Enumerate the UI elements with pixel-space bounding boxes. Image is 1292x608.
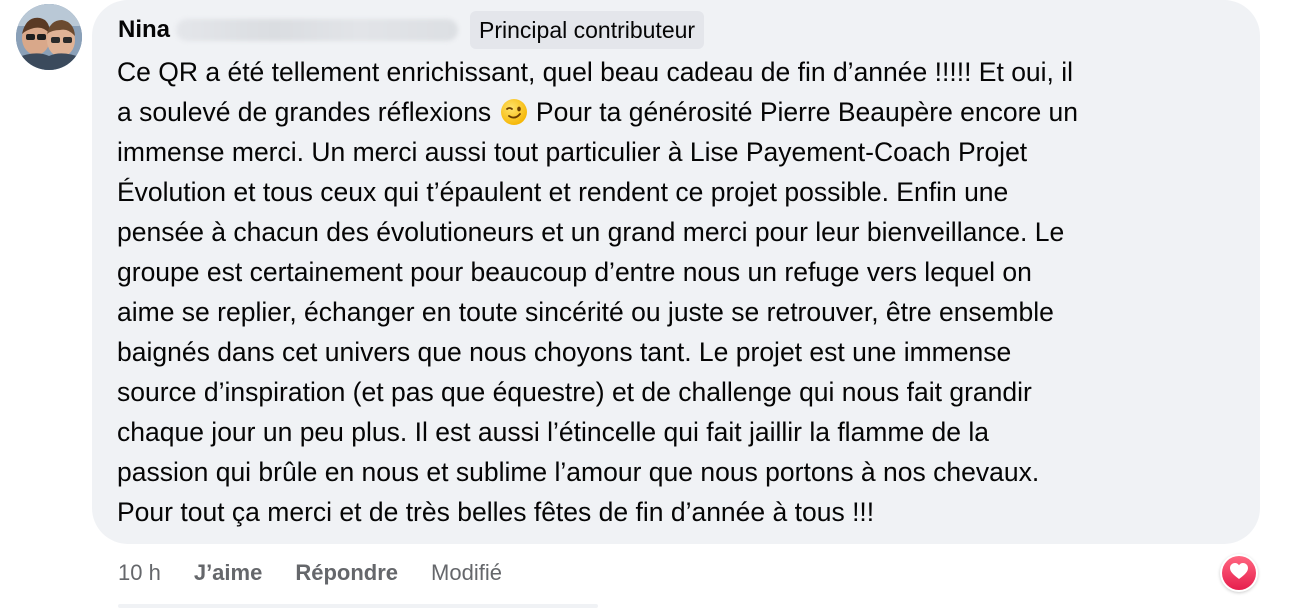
- reaction-badge[interactable]: [1220, 554, 1258, 592]
- winking-face-icon: [500, 97, 528, 125]
- reply-button[interactable]: Répondre: [295, 560, 398, 586]
- author-name[interactable]: Nina: [118, 16, 170, 44]
- comment-text: Ce QR a été tellement enrichissant, quel…: [117, 52, 1242, 532]
- author-name-redacted: [176, 19, 459, 41]
- like-button[interactable]: J’aime: [194, 560, 263, 586]
- edited-label[interactable]: Modifié: [431, 560, 502, 586]
- contributor-badge[interactable]: Principal contributeur: [470, 11, 705, 49]
- avatar[interactable]: [16, 4, 82, 70]
- love-reaction: [1222, 556, 1256, 590]
- comment-actions: 10 h J’aime Répondre Modifié: [118, 558, 502, 588]
- comment-bubble: Nina Principal contributeur Ce QR a été …: [92, 0, 1260, 544]
- heart-icon: [1229, 562, 1249, 585]
- timestamp-link[interactable]: 10 h: [118, 560, 161, 586]
- divider: [118, 604, 598, 608]
- comment-text-part-2: Pour ta générosité Pierre Beaupère encor…: [117, 97, 1079, 527]
- comment-header: Nina Principal contributeur: [118, 10, 705, 50]
